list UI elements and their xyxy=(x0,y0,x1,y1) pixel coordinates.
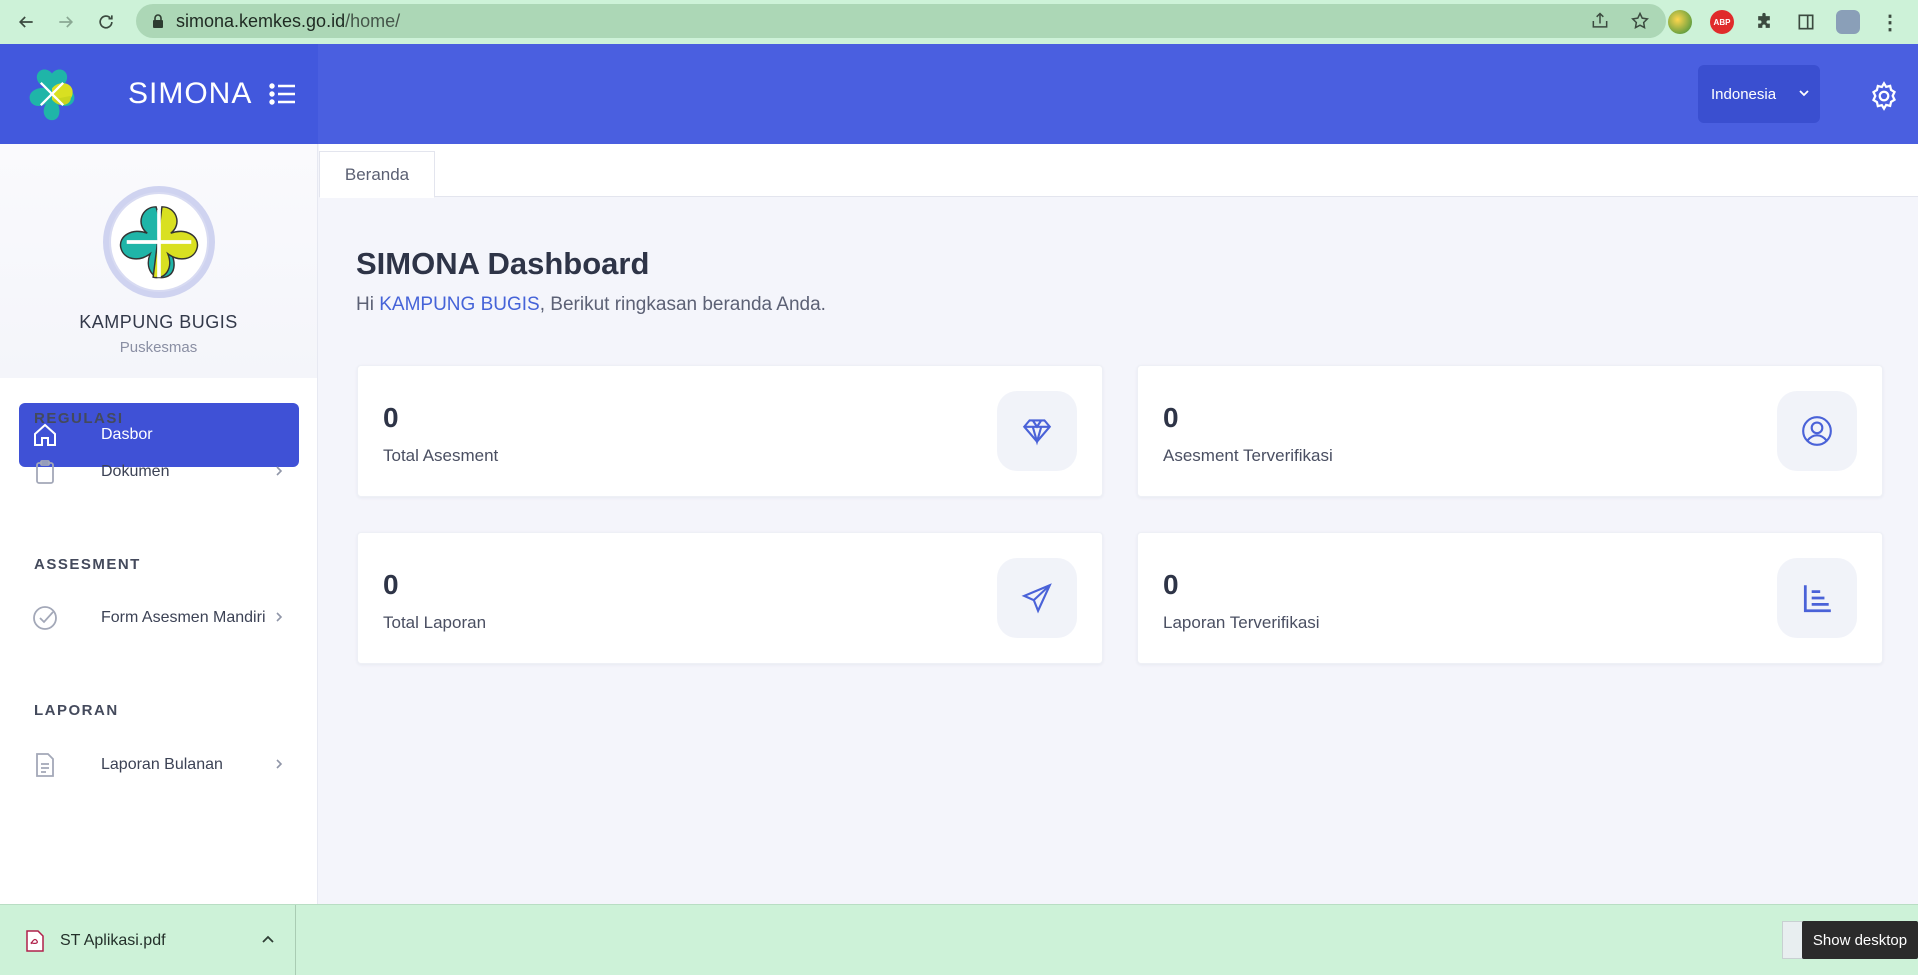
chevron-right-icon xyxy=(276,466,283,476)
extensions-area: ABP ⋮ xyxy=(1668,6,1918,38)
download-filename: ST Aplikasi.pdf xyxy=(60,931,166,949)
show-desktop-tooltip: Show desktop xyxy=(1802,921,1918,959)
brand-pane: SIMONA xyxy=(0,44,318,144)
avatar xyxy=(102,186,215,298)
download-item[interactable]: ST Aplikasi.pdf xyxy=(0,905,296,975)
url-host: simona.kemkes.go.id xyxy=(176,10,346,31)
stat-label: Asesment Terverifikasi xyxy=(1163,446,1333,465)
tab-beranda[interactable]: Beranda xyxy=(319,151,435,198)
section-title-regulasi: REGULASI xyxy=(34,410,124,427)
address-bar[interactable]: simona.kemkes.go.id/home/ xyxy=(136,4,1666,38)
show-all-button[interactable] xyxy=(1782,921,1804,959)
user-circle-icon xyxy=(1802,416,1832,446)
globe-icon[interactable] xyxy=(1668,10,1692,34)
stat-icon-box xyxy=(1777,558,1857,638)
sidebar-item-form-asesmen[interactable]: Form Asesmen Mandiri xyxy=(19,593,299,643)
kemkes-logo-icon[interactable] xyxy=(24,66,80,122)
stat-label: Total Laporan xyxy=(383,613,487,632)
share-icon[interactable] xyxy=(1590,11,1610,31)
stat-value: 0 xyxy=(1163,569,1179,600)
stat-label: Laporan Terverifikasi xyxy=(1163,613,1320,632)
stat-value: 0 xyxy=(1163,402,1179,433)
menu-toggle-icon[interactable] xyxy=(268,79,298,109)
tab-bar: Beranda xyxy=(319,144,1918,198)
star-icon[interactable] xyxy=(1630,11,1650,31)
page-title: SIMONA Dashboard xyxy=(356,246,650,281)
stat-icon-box xyxy=(997,391,1077,471)
abp-icon[interactable]: ABP xyxy=(1710,10,1734,34)
profile-role: Puskesmas xyxy=(119,339,198,356)
side-panel-icon[interactable] xyxy=(1794,10,1818,34)
sidebar-item-label: Dasbor xyxy=(101,426,153,443)
gear-icon[interactable] xyxy=(1868,80,1900,112)
stat-value: 0 xyxy=(383,569,399,600)
stat-label: Total Asesment xyxy=(383,446,499,465)
stat-value: 0 xyxy=(383,402,399,433)
language-select[interactable]: Indonesia xyxy=(1698,65,1820,123)
pdf-file-icon xyxy=(26,929,44,952)
stat-card-total-laporan[interactable]: 0 Total Laporan xyxy=(357,532,1103,664)
stat-card-laporan-terverifikasi[interactable]: 0 Laporan Terverifikasi xyxy=(1137,532,1883,664)
bar-chart-icon xyxy=(1803,585,1831,613)
section-title-assesment: ASSESMENT xyxy=(34,556,141,573)
send-icon xyxy=(1021,583,1052,614)
chevron-right-icon xyxy=(276,612,283,622)
arrow-right-icon xyxy=(59,16,74,28)
document-icon xyxy=(36,753,54,777)
sidebar-item-label: Laporan Bulanan xyxy=(101,756,223,773)
stat-card-total-asesment[interactable]: 0 Total Asesment xyxy=(357,365,1103,497)
stat-icon-box xyxy=(997,558,1077,638)
brand-name[interactable]: SIMONA xyxy=(128,77,252,111)
stat-icon-box xyxy=(1777,391,1857,471)
greeting-suffix: , Berikut ringkasan beranda Anda. xyxy=(539,294,826,315)
chevron-right-icon xyxy=(276,759,283,769)
language-value: Indonesia xyxy=(1711,85,1777,103)
app-header: SIMONA Indonesia xyxy=(0,44,1918,144)
profile-avatar[interactable] xyxy=(1836,10,1860,34)
arrow-left-icon xyxy=(18,16,33,28)
section-title-laporan: LAPORAN xyxy=(34,702,119,719)
url-text: simona.kemkes.go.id/home/ xyxy=(176,11,400,32)
check-circle-icon xyxy=(33,606,57,630)
clipboard-icon xyxy=(36,460,54,484)
greeting-prefix: Hi xyxy=(356,294,380,315)
sidebar-item-label: Dokumen xyxy=(101,463,170,480)
sidebar-item-dokumen[interactable]: Dokumen xyxy=(19,447,299,497)
back-button[interactable] xyxy=(12,8,40,36)
forward-button[interactable] xyxy=(52,8,80,36)
sidebar-item-label: Form Asesmen Mandiri xyxy=(101,609,266,626)
kemkes-logo-icon xyxy=(119,206,198,279)
chevron-down-icon xyxy=(1799,90,1809,97)
reload-button[interactable] xyxy=(92,8,120,36)
chevron-up-icon[interactable] xyxy=(261,933,275,947)
diamond-icon xyxy=(1022,419,1052,446)
url-path: /home/ xyxy=(345,10,401,31)
download-shelf: ST Aplikasi.pdf Show desktop xyxy=(0,904,1918,975)
greeting-text: Hi KAMPUNG BUGIS, Berikut ringkasan bera… xyxy=(356,294,826,316)
greeting-name: KAMPUNG BUGIS xyxy=(379,294,540,315)
profile-card: KAMPUNG BUGIS Puskesmas xyxy=(0,144,317,378)
profile-name: KAMPUNG BUGIS xyxy=(79,312,238,332)
stat-card-asesment-terverifikasi[interactable]: 0 Asesment Terverifikasi xyxy=(1137,365,1883,497)
browser-toolbar: simona.kemkes.go.id/home/ ABP ⋮ xyxy=(0,0,1918,44)
reload-icon xyxy=(99,15,113,29)
puzzle-icon[interactable] xyxy=(1752,10,1776,34)
kebab-menu-icon[interactable]: ⋮ xyxy=(1878,10,1902,34)
lock-icon xyxy=(153,14,163,28)
sidebar-item-laporan-bulanan[interactable]: Laporan Bulanan xyxy=(19,740,299,790)
sidebar: KAMPUNG BUGIS Puskesmas Dasbor REGULASI … xyxy=(0,144,318,904)
